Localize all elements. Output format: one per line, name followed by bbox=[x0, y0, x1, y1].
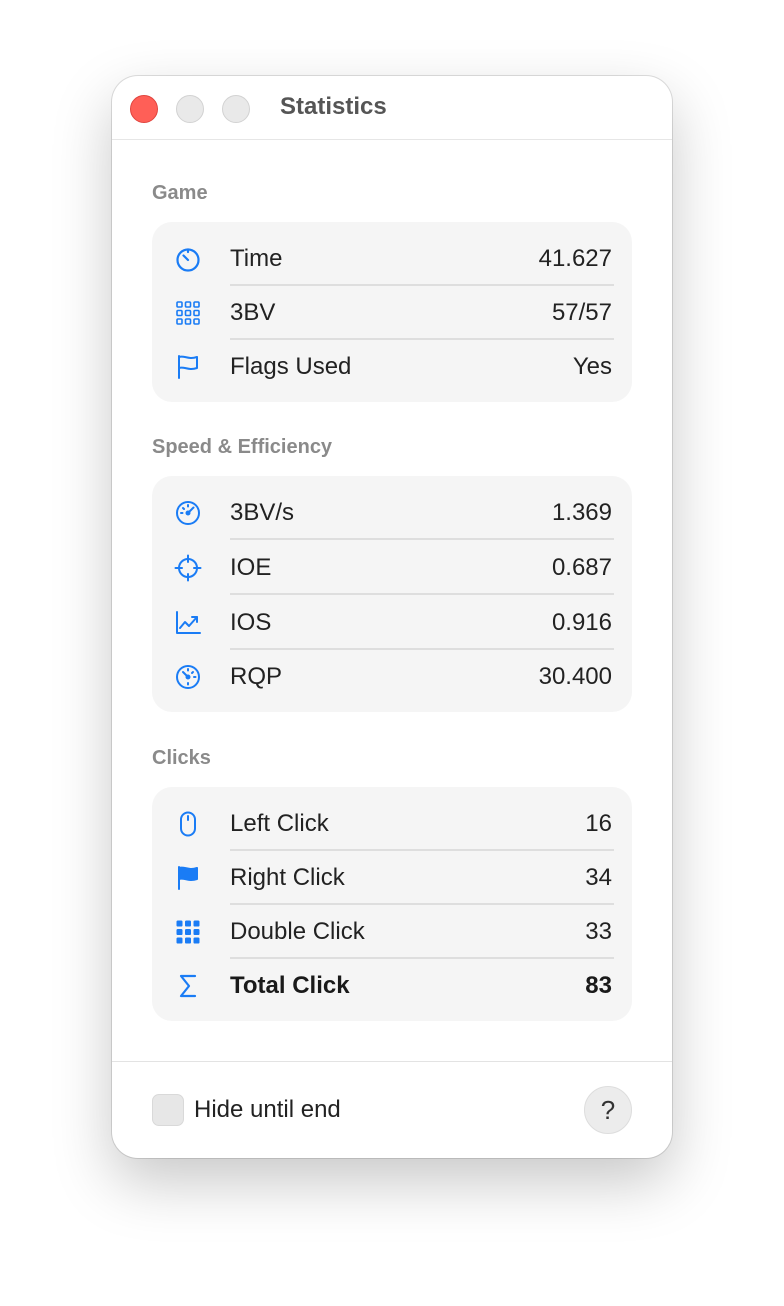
stat-value: 0.687 bbox=[551, 554, 612, 581]
game-stats-card: Time 41.627 3BV 57/57 Flags Used Yes bbox=[152, 222, 632, 402]
gauge-icon bbox=[174, 663, 202, 691]
close-window-button[interactable] bbox=[130, 95, 158, 123]
flag-outline-icon bbox=[174, 353, 202, 381]
sigma-icon bbox=[174, 972, 202, 1000]
stat-row-rqp: RQP 30.400 bbox=[152, 650, 632, 704]
section-label-clicks: Clicks bbox=[152, 747, 211, 769]
clicks-card: Left Click 16 Right Click 34 Double Clic… bbox=[152, 787, 632, 1021]
stat-row-right-click: Right Click 34 bbox=[152, 851, 632, 905]
stat-value: 34 bbox=[585, 864, 612, 891]
mouse-icon bbox=[174, 810, 202, 838]
stat-value: 1.369 bbox=[551, 499, 612, 526]
speed-efficiency-card: 3BV/s 1.369 IOE 0.687 IOS 0.916 RQP 30.4… bbox=[152, 476, 632, 712]
zoom-window-button[interactable] bbox=[222, 95, 250, 123]
crosshair-icon bbox=[174, 554, 202, 582]
hide-until-end-checkbox[interactable] bbox=[152, 1094, 184, 1126]
row-separator bbox=[230, 538, 614, 540]
stat-label: 3BV bbox=[230, 299, 276, 326]
stat-row-time: Time 41.627 bbox=[152, 232, 632, 286]
stat-label: 3BV/s bbox=[230, 499, 295, 526]
minimize-window-button[interactable] bbox=[176, 95, 204, 123]
stat-row-total-click: Total Click 83 bbox=[152, 959, 632, 1013]
stat-row-ioe: IOE 0.687 bbox=[152, 541, 632, 595]
stat-label: IOS bbox=[230, 609, 272, 636]
title-bar: Statistics bbox=[112, 76, 672, 140]
stat-row-3bv-per-second: 3BV/s 1.369 bbox=[152, 486, 632, 540]
section-label-speed-efficiency: Speed & Efficiency bbox=[152, 436, 333, 458]
grid-outline-icon bbox=[174, 299, 202, 327]
flag-filled-icon bbox=[174, 864, 202, 892]
stat-label: Time bbox=[230, 245, 283, 272]
stat-label: Right Click bbox=[230, 864, 345, 891]
stat-value: Yes bbox=[572, 353, 612, 380]
stat-value: 16 bbox=[585, 810, 612, 837]
stat-value: 83 bbox=[585, 972, 612, 999]
stat-value: 0.916 bbox=[551, 609, 612, 636]
stat-value: 41.627 bbox=[538, 245, 612, 272]
section-label-game: Game bbox=[152, 182, 208, 204]
stat-row-3bv: 3BV 57/57 bbox=[152, 286, 632, 340]
row-separator bbox=[230, 593, 614, 595]
stat-label: RQP bbox=[230, 663, 283, 690]
speedometer-icon bbox=[174, 499, 202, 527]
stat-label: Left Click bbox=[230, 810, 329, 837]
stat-label: Total Click bbox=[230, 972, 350, 999]
stat-label: Double Click bbox=[230, 918, 365, 945]
hide-until-end-label[interactable]: Hide until end bbox=[194, 1096, 341, 1124]
stat-row-flags-used: Flags Used Yes bbox=[152, 340, 632, 394]
stat-row-ios: IOS 0.916 bbox=[152, 596, 632, 650]
grid-filled-icon bbox=[174, 918, 202, 946]
stat-value: 33 bbox=[585, 918, 612, 945]
help-button[interactable]: ? bbox=[584, 1086, 632, 1134]
stat-value: 30.400 bbox=[538, 663, 612, 690]
stat-label: Flags Used bbox=[230, 353, 352, 380]
stat-row-double-click: Double Click 33 bbox=[152, 905, 632, 959]
stat-label: IOE bbox=[230, 554, 272, 581]
stat-value: 57/57 bbox=[551, 299, 612, 326]
trend-up-chart-icon bbox=[174, 609, 202, 637]
timer-icon bbox=[174, 245, 202, 273]
statistics-window: Statistics Game Time 41.627 3BV 57/57 Fl… bbox=[112, 76, 672, 1158]
footer-divider bbox=[112, 1061, 672, 1062]
window-title: Statistics bbox=[280, 93, 387, 120]
stat-row-left-click: Left Click 16 bbox=[152, 797, 632, 851]
